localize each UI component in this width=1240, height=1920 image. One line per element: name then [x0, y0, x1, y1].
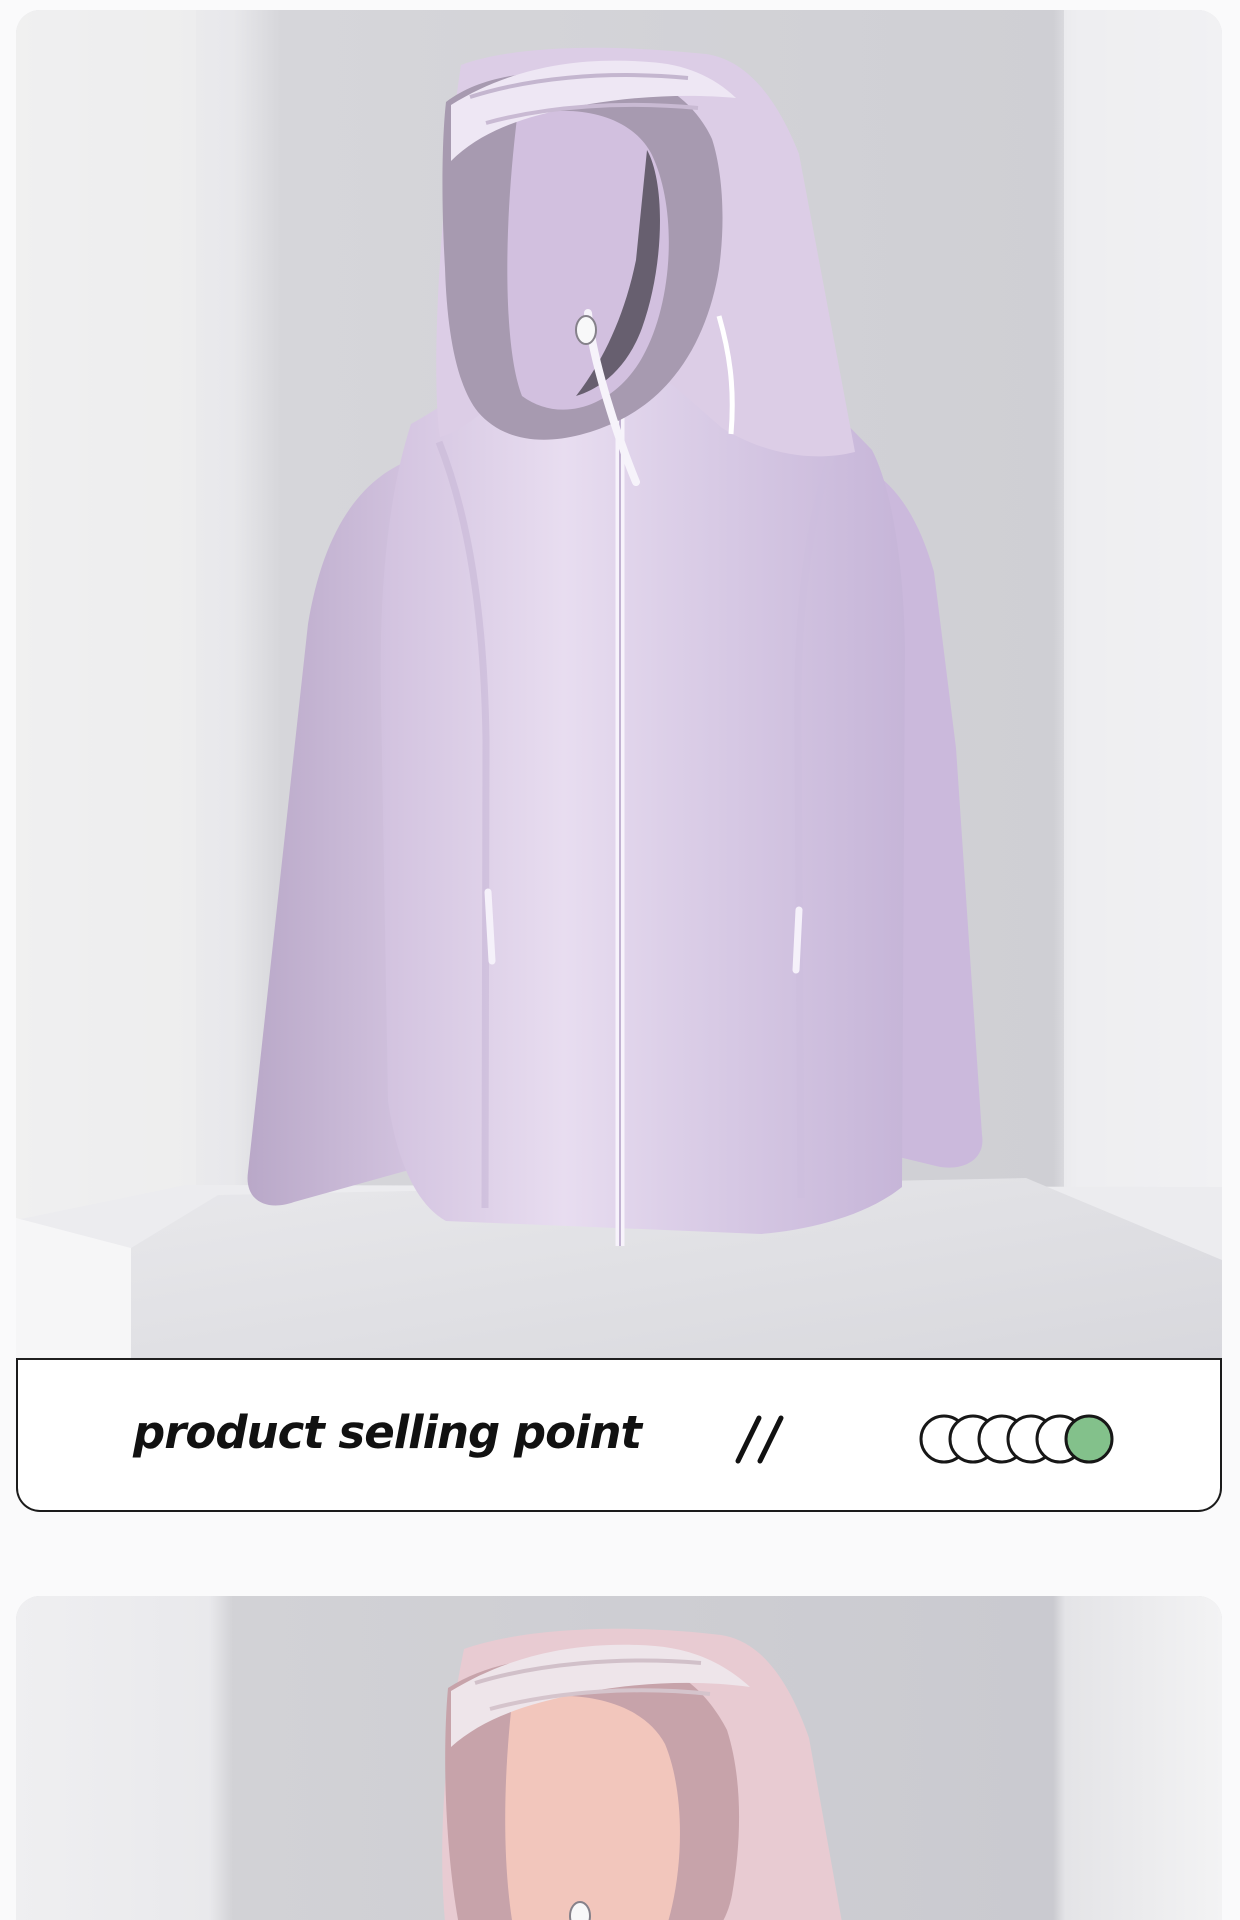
product-detail-page: product selling point: [0, 0, 1240, 1920]
pink-jacket-image-card: [16, 1596, 1222, 1920]
double-slash-icon: [735, 1415, 784, 1464]
lavender-jacket-image: [16, 10, 1222, 1360]
left-wall-panel: [16, 10, 196, 1360]
pink-jacket-image: [16, 1596, 1222, 1920]
ring-progress-indicator: [919, 1414, 1114, 1464]
lavender-jacket-image-card: [16, 10, 1222, 1360]
product-selling-point-banner: product selling point: [16, 1358, 1222, 1512]
selling-point-title: product selling point: [133, 1406, 642, 1459]
active-progress-ring: [1064, 1414, 1114, 1464]
pink-hood-lining: [505, 1695, 680, 1920]
zipper-pull-tab: [575, 315, 597, 345]
left-pocket-zipper: [484, 888, 496, 965]
right-pocket-zipper: [792, 906, 803, 974]
pink-zipper-pull-tab: [569, 1901, 591, 1920]
right-wall-panel: [1064, 10, 1222, 1360]
